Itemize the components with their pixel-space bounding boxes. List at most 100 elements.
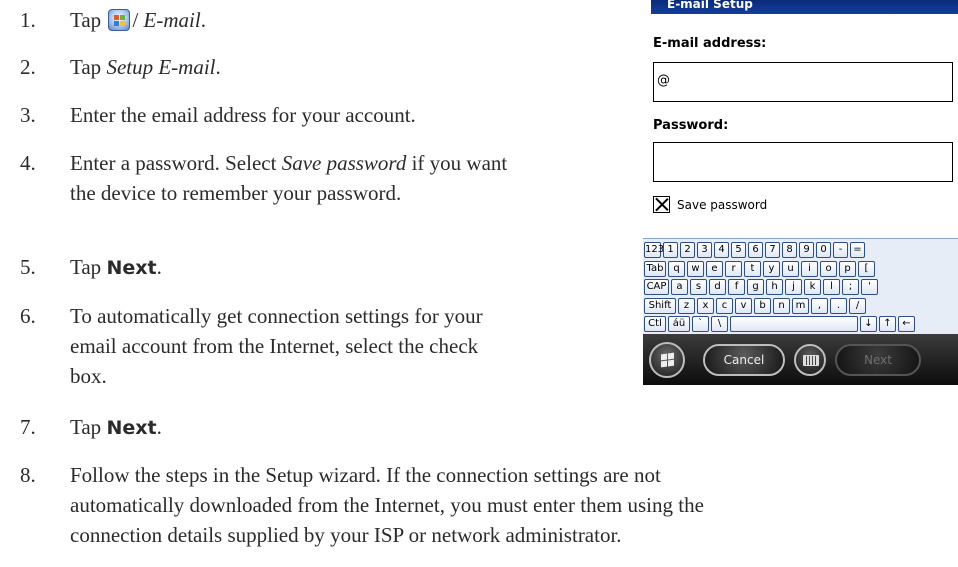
step-text: Tap — [70, 55, 107, 79]
keyboard-key-space[interactable] — [730, 316, 858, 332]
keyboard-key[interactable]: . — [830, 297, 847, 314]
windows-start-icon — [108, 9, 131, 31]
keyboard-key[interactable]: u — [782, 260, 799, 277]
step-text: . — [215, 55, 221, 79]
step-number: 7. — [20, 415, 36, 439]
step-text-line2: email account from the Internet, select … — [70, 334, 479, 358]
keyboard-key[interactable]: Shift — [644, 297, 676, 314]
keyboard-key[interactable]: 3 — [697, 242, 712, 258]
keyboard-key[interactable]: 1 — [663, 242, 678, 258]
keyboard-key[interactable]: w — [687, 260, 704, 277]
step-text-line2: automatically downloaded from the Intern… — [70, 493, 704, 517]
password-label: Password: — [653, 118, 729, 133]
keyboard-row: 123 1 2 3 4 5 6 7 8 9 0- = — [643, 242, 958, 260]
keyboard-key[interactable]: p — [839, 260, 856, 277]
step-text: Enter the email address for your account… — [70, 103, 416, 127]
keyboard-key[interactable]: ' — [861, 279, 878, 295]
keyboard-key[interactable]: z — [678, 297, 695, 314]
keyboard-key[interactable]: b — [754, 297, 771, 314]
keyboard-key[interactable]: f — [728, 279, 745, 295]
keyboard-key[interactable]: / — [849, 297, 866, 314]
keyboard-key[interactable]: [ — [858, 260, 875, 277]
keyboard-key[interactable]: q — [668, 260, 685, 277]
step-number: 4. — [20, 151, 36, 175]
page-title: E-mail Setup — [667, 0, 753, 11]
keyboard-key[interactable]: ↑ — [879, 316, 896, 332]
step-bold: Next — [106, 417, 157, 439]
keyboard-key[interactable]: 2 — [680, 242, 695, 258]
softkey-bar: Cancel Next — [643, 334, 958, 385]
step-text-line3: connection details supplied by your ISP … — [70, 523, 622, 547]
keyboard-key[interactable]: 6 — [748, 242, 763, 258]
keyboard-key[interactable]: g — [747, 279, 764, 295]
keyboard-key[interactable]: 9 — [799, 242, 814, 258]
keyboard-key[interactable]: ← — [898, 316, 915, 332]
keyboard-key[interactable]: d — [709, 279, 726, 295]
keyboard-key[interactable]: , — [811, 297, 828, 314]
step-text: Enter a password. Select — [70, 151, 282, 175]
step-emphasis: E-mail — [143, 8, 201, 32]
keyboard-row: CAP a s d f g h j k l; ' — [643, 279, 958, 297]
next-button[interactable]: Next — [835, 344, 921, 376]
step-emphasis: Save password — [281, 151, 407, 175]
keyboard-key[interactable]: x — [697, 297, 714, 314]
step-text: . — [156, 255, 162, 279]
keyboard-key[interactable]: 7 — [765, 242, 780, 258]
keyboard-row: Ctl áü ` \ ↓ ↑ ← — [643, 316, 958, 334]
step-number: 8. — [20, 463, 36, 487]
keyboard-key[interactable]: ` — [692, 316, 709, 332]
keyboard-key[interactable]: v — [735, 297, 752, 314]
keyboard-key[interactable]: y — [763, 260, 780, 277]
keyboard-key[interactable]: e — [706, 260, 723, 277]
email-field[interactable]: @ — [653, 62, 953, 102]
soft-keyboard: 123 1 2 3 4 5 6 7 8 9 0- = Tab q w e r t y u i o p[CAP a s d f g h j k… — [643, 238, 958, 335]
keyboard-key[interactable]: a — [671, 279, 688, 295]
keyboard-key[interactable]: k — [804, 279, 821, 295]
step-text: . — [200, 8, 206, 32]
keyboard-key[interactable]: t — [744, 260, 761, 277]
cancel-button[interactable]: Cancel — [703, 344, 785, 376]
keyboard-key[interactable]: ; — [842, 279, 859, 295]
step-text: . — [156, 415, 162, 439]
email-label: E-mail address: — [653, 36, 767, 51]
keyboard-key[interactable]: Ctl — [644, 316, 666, 332]
save-password-checkbox[interactable] — [653, 196, 670, 213]
windows-start-button[interactable] — [649, 342, 685, 378]
keyboard-key[interactable]: s — [690, 279, 707, 295]
step-number: 1. — [20, 8, 36, 32]
step-number: 6. — [20, 304, 36, 328]
keyboard-key[interactable]: 5 — [731, 242, 746, 258]
keyboard-key[interactable]: c — [716, 297, 733, 314]
keyboard-row: Tab q w e r t y u i o p[ — [643, 260, 958, 279]
step-text: Tap — [70, 255, 107, 279]
step-text: / — [132, 8, 144, 32]
step-emphasis: Setup E-mail — [106, 55, 216, 79]
keyboard-key[interactable]: j — [785, 279, 802, 295]
keyboard-key[interactable]: i — [801, 260, 818, 277]
keyboard-key[interactable]: ↓ — [860, 316, 877, 332]
keyboard-key[interactable]: h — [766, 279, 783, 295]
step-number: 3. — [20, 103, 36, 127]
keyboard-key[interactable]: = — [850, 242, 865, 258]
keyboard-key[interactable]: o — [820, 260, 837, 277]
step-text-line2: the device to remember your password. — [70, 181, 402, 205]
keyboard-key[interactable]: áü — [668, 316, 690, 332]
keyboard-key[interactable]: 8 — [782, 242, 797, 258]
keyboard-key[interactable]: 123 — [644, 242, 664, 258]
keyboard-key[interactable]: - — [833, 242, 848, 258]
keyboard-key[interactable]: \ — [711, 316, 728, 332]
keyboard-icon[interactable] — [794, 344, 826, 376]
save-password-label[interactable]: Save password — [677, 198, 767, 212]
keyboard-key[interactable]: Tab — [644, 260, 666, 277]
keyboard-key[interactable]: n — [773, 297, 790, 314]
password-field[interactable] — [653, 142, 953, 182]
title-bar: E-mail Setup — [651, 0, 958, 14]
keyboard-key[interactable]: 4 — [714, 242, 729, 258]
step-text: Tap — [70, 8, 107, 32]
keyboard-row: Shift z x c v b n m,. / — [643, 297, 958, 316]
keyboard-key[interactable]: l — [823, 279, 840, 295]
keyboard-key[interactable]: CAP — [644, 279, 669, 295]
keyboard-key[interactable]: 0 — [816, 242, 831, 258]
keyboard-key[interactable]: m — [792, 297, 809, 314]
keyboard-key[interactable]: r — [725, 260, 742, 277]
